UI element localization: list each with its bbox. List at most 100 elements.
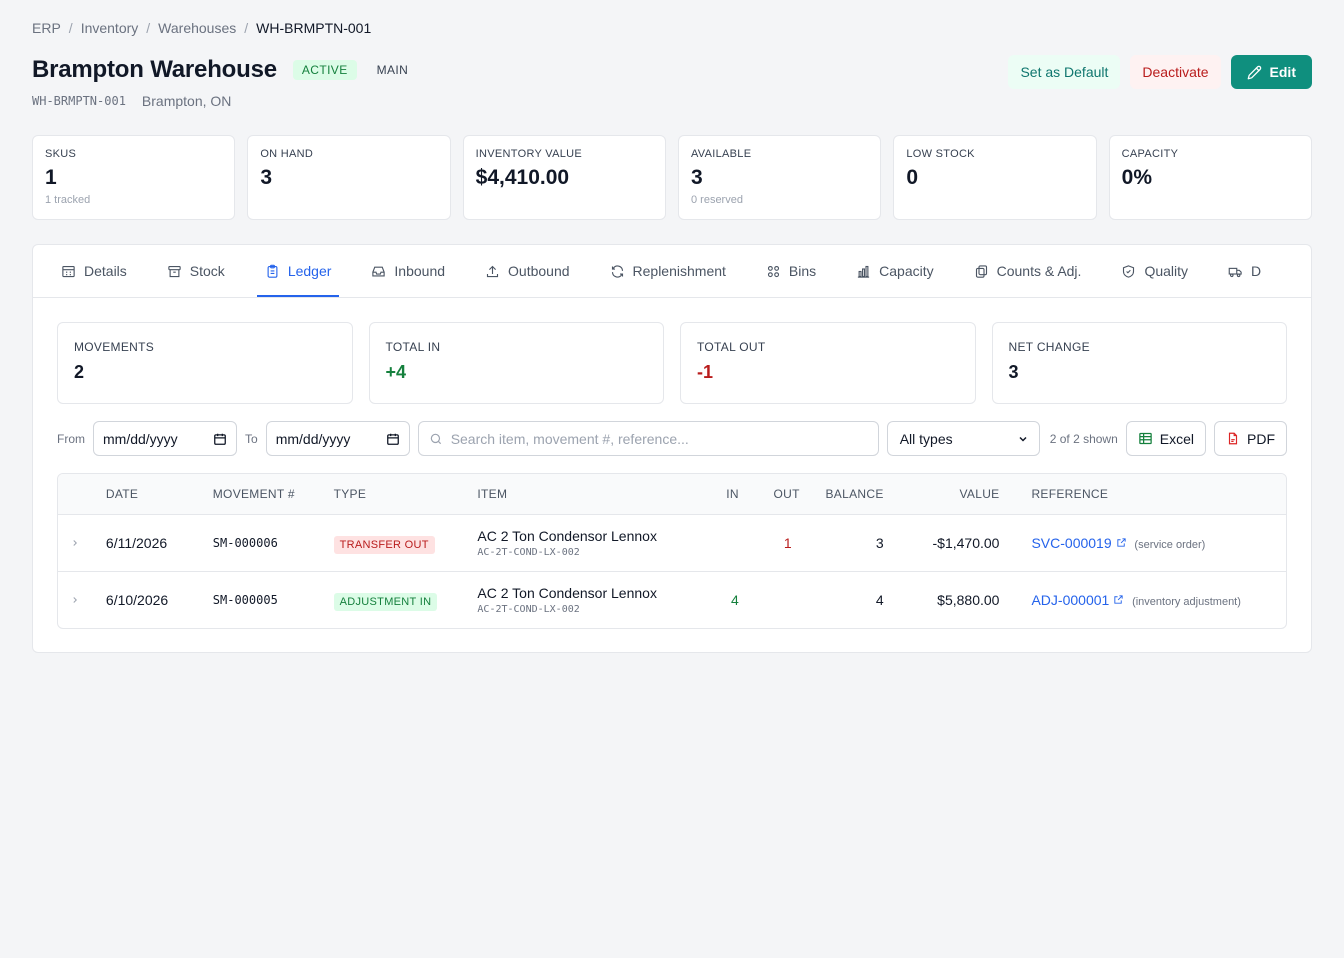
cell-date: 6/10/2026 bbox=[105, 591, 169, 608]
column-header[interactable]: REFERENCE bbox=[999, 474, 1286, 515]
export-pdf-button[interactable]: PDF bbox=[1214, 421, 1287, 456]
tab-quality[interactable]: Quality bbox=[1121, 245, 1208, 297]
warehouse-meta: WH-BRMPTN-001 Brampton, ON bbox=[32, 93, 231, 109]
tab-replenishment[interactable]: Replenishment bbox=[610, 245, 746, 297]
breadcrumb-current: WH-BRMPTN-001 bbox=[256, 20, 372, 36]
tab-stock[interactable]: Stock bbox=[167, 245, 245, 297]
tab-label: Bins bbox=[788, 263, 817, 279]
table-row[interactable]: 6/11/2026 SM-000006 TRANSFER OUT AC 2 To… bbox=[58, 514, 1286, 571]
grid-icon bbox=[767, 265, 779, 277]
stat-label: SKUS bbox=[45, 148, 77, 160]
from-date-value: mm/dd/yyyy bbox=[103, 430, 178, 447]
pdf-file-icon bbox=[1228, 432, 1238, 445]
tab-capacity[interactable]: Capacity bbox=[856, 245, 953, 297]
item-name: AC 2 Ton Condensor Lennox bbox=[477, 527, 657, 544]
truck-icon bbox=[1228, 267, 1242, 277]
breadcrumb-separator: / bbox=[244, 20, 249, 36]
reference-link[interactable]: SVC-000019 bbox=[1031, 535, 1111, 551]
stat-label: CAPACITY bbox=[1121, 148, 1179, 160]
tab-label: Stock bbox=[189, 263, 225, 279]
breadcrumb-warehouses[interactable]: Warehouses bbox=[158, 20, 236, 36]
cell-out: 1 bbox=[783, 534, 792, 551]
copy-icon bbox=[975, 264, 987, 278]
reference-type: (service order) bbox=[1134, 538, 1206, 551]
tab-bar: Details Stock Ledger Inbound Outbound Re… bbox=[33, 245, 1311, 298]
expand-row-toggle[interactable] bbox=[58, 571, 106, 628]
cell-balance: 4 bbox=[875, 591, 884, 608]
export-excel-button[interactable]: Excel bbox=[1125, 421, 1206, 456]
breadcrumb-separator: / bbox=[146, 20, 151, 36]
cell-in: 4 bbox=[731, 591, 739, 608]
tab-outbound[interactable]: Outbound bbox=[485, 245, 590, 297]
edit-button[interactable]: Edit bbox=[1230, 55, 1312, 89]
tab-inbound[interactable]: Inbound bbox=[371, 245, 465, 297]
set-default-button[interactable]: Set as Default bbox=[1008, 55, 1121, 89]
stat-value: 0 bbox=[906, 166, 918, 189]
tab-label: Counts & Adj. bbox=[996, 263, 1082, 279]
column-header[interactable]: DATE bbox=[105, 474, 213, 515]
item-name: AC 2 Ton Condensor Lennox bbox=[477, 584, 657, 601]
cell-item: AC 2 Ton Condensor Lennox AC-2T-COND-LX-… bbox=[477, 571, 699, 628]
ledger-label: TOTAL OUT bbox=[697, 340, 766, 354]
ledger-label: TOTAL IN bbox=[385, 340, 441, 354]
stat-value: 0% bbox=[1121, 166, 1152, 189]
tab-counts-adj[interactable]: Counts & Adj. bbox=[974, 245, 1102, 297]
column-header[interactable]: TYPE bbox=[333, 474, 478, 515]
expand-row-toggle[interactable] bbox=[58, 514, 106, 571]
ledger-card-total-in: TOTAL IN +4 bbox=[368, 322, 664, 404]
stat-label: AVAILABLE bbox=[690, 148, 752, 160]
spreadsheet-icon bbox=[1139, 432, 1152, 445]
column-header[interactable]: VALUE bbox=[883, 474, 1000, 515]
stat-sub: 1 tracked bbox=[45, 194, 91, 206]
column-header[interactable]: ITEM bbox=[477, 474, 699, 515]
deactivate-button[interactable]: Deactivate bbox=[1130, 55, 1221, 89]
refresh-icon bbox=[611, 264, 623, 278]
bar-chart-icon bbox=[858, 265, 870, 278]
status-badge: ACTIVE bbox=[292, 60, 357, 80]
ledger-card-total-out: TOTAL OUT -1 bbox=[680, 322, 976, 404]
tab-ledger[interactable]: Ledger bbox=[256, 245, 352, 297]
cell-out bbox=[739, 571, 800, 628]
search-placeholder: Search item, movement #, reference... bbox=[450, 430, 689, 447]
reference-link[interactable]: ADJ-000001 bbox=[1031, 592, 1109, 608]
type-select[interactable]: All types bbox=[886, 421, 1040, 456]
to-date-input[interactable]: mm/dd/yyyy bbox=[265, 421, 410, 456]
breadcrumb-erp[interactable]: ERP bbox=[32, 20, 61, 36]
from-label: From bbox=[57, 431, 85, 446]
external-link-icon[interactable] bbox=[1113, 594, 1124, 605]
external-link-icon[interactable] bbox=[1116, 537, 1127, 548]
column-header[interactable]: BALANCE bbox=[799, 474, 884, 515]
cell-value: $5,880.00 bbox=[937, 591, 1000, 608]
to-date-value: mm/dd/yyyy bbox=[275, 430, 351, 447]
summary-stats: SKUS 1 1 tracked ON HAND 3 INVENTORY VAL… bbox=[32, 135, 1312, 220]
calendar-icon bbox=[386, 433, 399, 445]
stat-value: 1 bbox=[45, 166, 57, 189]
ledger-label: MOVEMENTS bbox=[74, 340, 155, 354]
archive-icon bbox=[168, 265, 181, 277]
reference-type: (inventory adjustment) bbox=[1132, 595, 1241, 608]
column-header[interactable]: IN bbox=[698, 474, 739, 515]
column-header[interactable]: MOVEMENT # bbox=[212, 474, 334, 515]
breadcrumb-inventory[interactable]: Inventory bbox=[81, 20, 139, 36]
warehouse-code: WH-BRMPTN-001 bbox=[32, 94, 126, 108]
chevron-right-icon bbox=[73, 539, 77, 546]
column-expand bbox=[58, 474, 106, 515]
tab-d[interactable]: D bbox=[1228, 245, 1281, 297]
tab-details[interactable]: Details bbox=[61, 245, 147, 297]
ledger-value: +4 bbox=[385, 362, 407, 382]
column-header[interactable]: OUT bbox=[738, 474, 800, 515]
from-date-input[interactable]: mm/dd/yyyy bbox=[93, 421, 237, 456]
breadcrumb-separator: / bbox=[68, 20, 73, 36]
search-input[interactable]: Search item, movement #, reference... bbox=[417, 421, 879, 456]
table-row[interactable]: 6/10/2026 SM-000005 ADJUSTMENT IN AC 2 T… bbox=[58, 571, 1286, 628]
stat-card-skus: SKUS 1 1 tracked bbox=[32, 135, 236, 220]
tab-label: Replenishment bbox=[632, 263, 726, 279]
stat-label: INVENTORY VALUE bbox=[475, 148, 583, 160]
cell-balance: 3 bbox=[875, 534, 884, 551]
cell-movement: SM-000006 bbox=[212, 535, 278, 550]
ledger-card-movements: MOVEMENTS 2 bbox=[57, 322, 353, 404]
cell-reference: ADJ-000001 (inventory adjustment) bbox=[999, 571, 1286, 628]
tab-bins[interactable]: Bins bbox=[766, 245, 836, 297]
tab-label: Details bbox=[84, 263, 127, 279]
chevron-right-icon bbox=[73, 596, 77, 603]
